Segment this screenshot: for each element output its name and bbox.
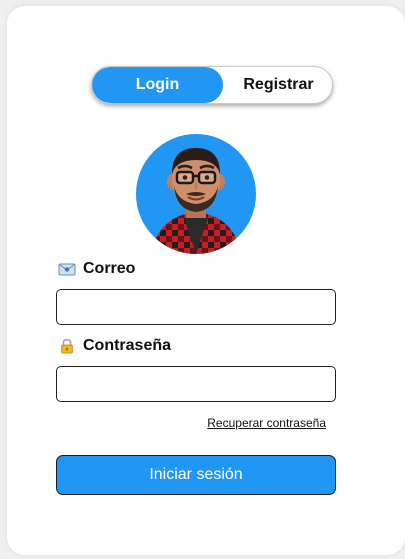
lock-icon — [58, 338, 76, 354]
user-avatar — [136, 134, 256, 254]
envelope-icon — [58, 261, 76, 277]
tab-register[interactable]: Registrar — [223, 67, 332, 103]
login-submit-button[interactable]: Iniciar sesión — [56, 455, 336, 495]
avatar-illustration — [151, 148, 241, 254]
email-input[interactable] — [56, 289, 336, 325]
recover-password-link[interactable]: Recuperar contraseña — [207, 416, 326, 430]
auth-tab-toggle: Login Registrar — [91, 66, 333, 104]
tab-login[interactable]: Login — [92, 67, 223, 103]
email-label: Correo — [58, 260, 135, 278]
login-card: Login Registrar Correo Contraseña Recupe… — [7, 6, 405, 555]
email-label-text: Correo — [83, 260, 136, 277]
password-input[interactable] — [56, 366, 336, 402]
password-label: Contraseña — [58, 337, 171, 355]
password-label-text: Contraseña — [83, 337, 172, 354]
